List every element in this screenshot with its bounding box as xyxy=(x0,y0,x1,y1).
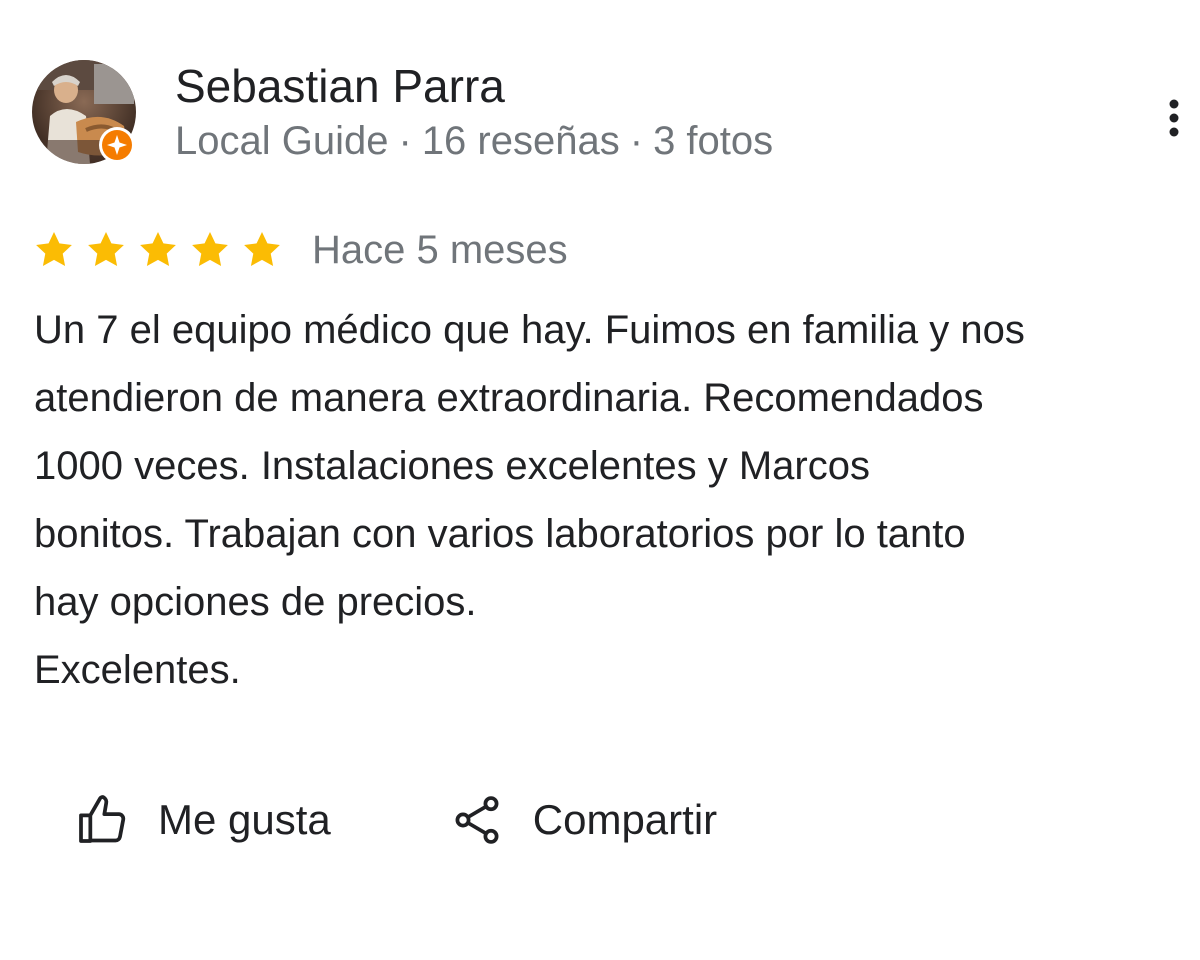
meta-separator: · xyxy=(629,119,644,163)
more-options-button[interactable] xyxy=(1152,96,1196,140)
share-label: Compartir xyxy=(532,796,718,843)
thumb-up-icon xyxy=(79,795,126,843)
star-icon xyxy=(244,232,280,266)
star-icon xyxy=(88,232,124,266)
author-meta: Local Guide · 16 reseñas · 3 fotos xyxy=(175,118,773,164)
rating-row: Hace 5 meses xyxy=(32,226,568,274)
review-header: Sebastian Parra Local Guide · 16 reseñas · 3… xyxy=(32,60,1179,170)
review-card: Sebastian Parra Local Guide · 16 reseñas · 3… xyxy=(0,0,1200,960)
like-button[interactable]: Me gusta xyxy=(74,790,331,850)
author-photo-count: 3 fotos xyxy=(653,119,774,163)
meta-separator: · xyxy=(398,119,412,163)
star-icon xyxy=(36,232,72,266)
review-date: Hace 5 meses xyxy=(312,228,568,272)
star-icon xyxy=(192,232,228,266)
review-actions: Me gusta Compartir xyxy=(74,790,717,850)
author-avatar-container[interactable] xyxy=(32,60,138,166)
author-review-count: 16 reseñas xyxy=(421,119,620,163)
share-icon xyxy=(455,796,499,844)
like-label: Me gusta xyxy=(158,796,331,843)
author-name[interactable]: Sebastian Parra xyxy=(175,60,505,112)
star-icon xyxy=(140,232,176,266)
more-vert-icon xyxy=(1169,99,1179,137)
local-guide-badge-icon xyxy=(98,126,136,164)
review-text: Un 7 el equipo médico que hay. Fuimos en… xyxy=(34,308,1025,692)
star-rating xyxy=(32,228,284,272)
author-level: Local Guide xyxy=(175,119,389,163)
share-button[interactable]: Compartir xyxy=(449,790,717,850)
